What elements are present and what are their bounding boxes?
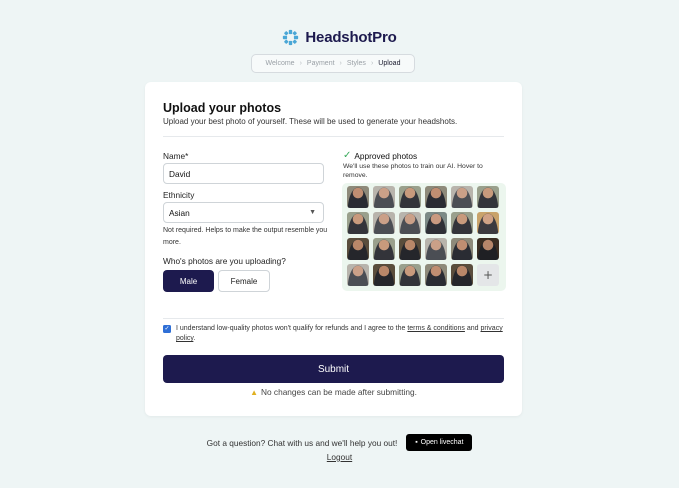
brand-name: HeadshotPro <box>305 29 397 46</box>
photo-thumbnail[interactable] <box>399 186 421 208</box>
consent-and: and <box>466 325 479 332</box>
consent-text-after: . <box>193 335 196 342</box>
upload-card: Upload your photos Upload your best phot… <box>145 82 522 416</box>
consent-row: ✓ I understand low-quality photos won't … <box>163 324 503 344</box>
photo-thumbnail[interactable] <box>451 238 473 260</box>
consent-text-before: I understand low-quality photos won't qu… <box>176 325 406 332</box>
ethnicity-value: Asian <box>169 207 190 218</box>
terms-link[interactable]: terms & conditions <box>407 325 465 332</box>
page-title: Upload your photos <box>163 101 282 115</box>
photo-thumbnail[interactable] <box>347 238 369 260</box>
chat-icon: ▪ <box>415 439 418 446</box>
photo-thumbnail[interactable] <box>399 264 421 286</box>
photo-thumbnail[interactable] <box>399 238 421 260</box>
logo-icon <box>283 29 299 46</box>
warning-text: No changes can be made after submitting. <box>261 387 417 397</box>
page-subtitle: Upload your best photo of yourself. Thes… <box>163 117 458 126</box>
gender-male-button[interactable]: Male <box>163 270 214 292</box>
open-livechat-button[interactable]: ▪ Open livechat <box>406 434 473 451</box>
livechat-label: Open livechat <box>420 439 464 446</box>
photo-thumbnail[interactable] <box>373 186 395 208</box>
plus-icon: + <box>482 268 494 282</box>
ethnicity-label: Ethnicity <box>163 190 195 200</box>
breadcrumb-item-upload: Upload <box>378 60 401 67</box>
approved-photos-heading: ✓ Approved photos <box>343 150 417 161</box>
photo-thumbnail[interactable] <box>451 186 473 208</box>
gender-question: Who's photos are you uploading? <box>163 256 286 266</box>
consent-checkbox[interactable]: ✓ <box>163 325 171 333</box>
photo-thumbnail[interactable] <box>399 212 421 234</box>
submit-warning: ▲ No changes can be made after submittin… <box>145 387 522 397</box>
breadcrumb-item-styles[interactable]: Styles <box>347 60 366 67</box>
chevron-right-icon: › <box>299 60 302 67</box>
divider <box>163 318 504 319</box>
photo-thumbnail[interactable] <box>347 264 369 286</box>
help-text: Got a question? Chat with us and we'll h… <box>206 437 398 448</box>
warning-icon: ▲ <box>250 387 259 397</box>
photo-thumbnail[interactable] <box>477 238 499 260</box>
breadcrumb: Welcome › Payment › Styles › Upload <box>251 54 415 73</box>
chevron-right-icon: › <box>370 60 374 67</box>
name-input[interactable]: David <box>163 163 324 184</box>
logout-link[interactable]: Logout <box>0 452 679 462</box>
help-footer: Got a question? Chat with us and we'll h… <box>0 434 679 451</box>
ethnicity-hint: Not required. Helps to make the output r… <box>163 227 328 246</box>
photo-thumbnail[interactable] <box>425 264 447 286</box>
gender-female-button[interactable]: Female <box>218 270 270 292</box>
photo-thumbnail[interactable] <box>425 186 447 208</box>
photo-thumbnail[interactable] <box>347 212 369 234</box>
logo: HeadshotPro <box>0 29 679 46</box>
check-icon: ✓ <box>164 326 170 332</box>
approved-photos-description: We'll use these photos to train our AI. … <box>343 163 483 179</box>
photo-thumbnail[interactable] <box>425 212 447 234</box>
submit-button[interactable]: Submit <box>163 355 504 383</box>
photo-thumbnail[interactable] <box>425 238 447 260</box>
consent-text: I understand low-quality photos won't qu… <box>176 324 503 344</box>
photo-thumbnail[interactable] <box>451 212 473 234</box>
photo-thumbnail[interactable] <box>451 264 473 286</box>
check-icon: ✓ <box>343 150 352 161</box>
name-label: Name* <box>163 151 189 161</box>
photo-thumbnail[interactable] <box>477 212 499 234</box>
approved-photos-title: Approved photos <box>354 150 418 161</box>
chevron-right-icon: › <box>339 60 342 67</box>
photo-thumbnail[interactable] <box>347 186 369 208</box>
photo-thumbnail[interactable] <box>373 264 395 286</box>
chevron-down-icon: ▼ <box>309 209 316 216</box>
photo-thumbnail[interactable] <box>373 238 395 260</box>
divider <box>163 136 504 137</box>
approved-photos-grid: + <box>342 183 506 291</box>
photo-thumbnail[interactable] <box>373 212 395 234</box>
breadcrumb-item-welcome[interactable]: Welcome <box>266 60 295 67</box>
add-photo-button[interactable]: + <box>477 264 499 286</box>
photo-thumbnail[interactable] <box>477 186 499 208</box>
breadcrumb-item-payment[interactable]: Payment <box>307 60 335 67</box>
ethnicity-select[interactable]: Asian ▼ <box>163 202 324 223</box>
